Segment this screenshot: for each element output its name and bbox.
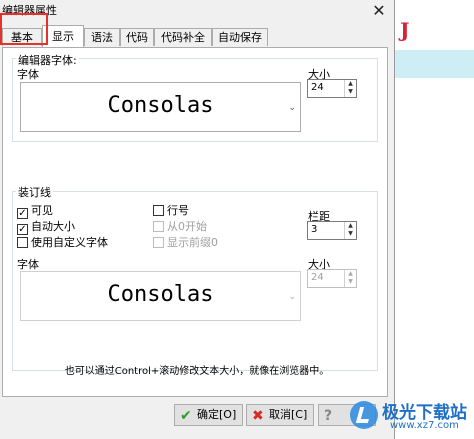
gutter-width-spinner[interactable]: 3 ▲ ▼ — [307, 221, 357, 240]
checkbox-unchecked-icon[interactable] — [153, 237, 164, 248]
close-icon[interactable]: ✕ — [370, 2, 388, 20]
display-tab-panel: 编辑器字体: 字体 Consolas ⌄ 大小 24 ▲ ▼ 装订线 ✓ 可见 ✓ 自… — [2, 47, 388, 397]
spin-down-icon[interactable]: ▼ — [345, 88, 356, 96]
checkbox-unchecked-icon[interactable] — [17, 237, 28, 248]
editor-size-spinner[interactable]: 24 ▲ ▼ — [307, 79, 357, 98]
spin-down-icon[interactable]: ▼ — [345, 230, 356, 238]
custom-font-checkbox[interactable]: 使用自定义字体 — [17, 234, 108, 250]
zoom-hint-text: 也可以通过Control+滚动修改文本大小，就像在浏览器中。 — [64, 366, 330, 377]
auto-size-checkbox[interactable]: ✓ 自动大小 — [17, 218, 75, 235]
cancel-button-label: 取消[C] — [269, 408, 308, 421]
tab-autosave[interactable]: 自动保存 — [212, 28, 268, 46]
gutter-font-select[interactable]: Consolas ⌄ — [20, 271, 301, 321]
editor-font-label: 字体 — [17, 68, 39, 81]
leading-zeros-label: 显示前缀0 — [167, 236, 218, 249]
auto-size-label: 自动大小 — [31, 220, 75, 233]
gutter-group-title: 装订线 — [16, 184, 53, 200]
tab-syntax[interactable]: 语法 — [84, 28, 120, 46]
line-numbers-checkbox[interactable]: 行号 — [153, 202, 189, 218]
watermark-url: www.xz7.com — [390, 420, 459, 431]
checkbox-unchecked-icon[interactable] — [153, 221, 164, 232]
site-logo-icon — [350, 401, 378, 429]
gutter-width-value: 3 — [311, 224, 318, 235]
spin-down-icon[interactable]: ▼ — [345, 278, 356, 286]
editor-font-value: Consolas — [107, 93, 214, 118]
watermark: 极光下载站 www.xz7.com — [350, 395, 474, 439]
tab-display[interactable]: 显示 — [42, 25, 84, 47]
cross-icon: ✖ — [252, 408, 264, 424]
gutter-size-spinner[interactable]: 24 ▲ ▼ — [307, 269, 357, 288]
spinner-arrows[interactable]: ▲ ▼ — [344, 80, 356, 97]
leading-zeros-checkbox[interactable]: 显示前缀0 — [153, 234, 218, 250]
line-numbers-label: 行号 — [167, 204, 189, 217]
chevron-down-icon: ⌄ — [288, 292, 296, 302]
highlight-annotation — [0, 13, 48, 45]
tab-code-completion[interactable]: 代码补全 — [154, 28, 212, 46]
tab-code[interactable]: 代码 — [120, 28, 154, 46]
ok-button[interactable]: ✔ 确定[O] — [174, 404, 244, 426]
checkmark-icon: ✔ — [180, 408, 192, 424]
start-from-zero-label: 从0开始 — [167, 220, 207, 233]
visible-label: 可见 — [31, 204, 53, 217]
visible-checkbox[interactable]: ✓ 可见 — [17, 202, 53, 219]
start-from-zero-checkbox[interactable]: 从0开始 — [153, 218, 207, 234]
editor-size-value: 24 — [311, 82, 324, 93]
ok-button-label: 确定[O] — [197, 408, 237, 421]
spinner-arrows[interactable]: ▲ ▼ — [344, 270, 356, 287]
spinner-arrows[interactable]: ▲ ▼ — [344, 222, 356, 239]
custom-font-label: 使用自定义字体 — [31, 236, 108, 249]
chevron-down-icon: ⌄ — [288, 103, 296, 113]
editor-properties-dialog: 编辑器属性 ✕ 基本 显示 语法 代码 代码补全 自动保存 编辑器字体: 字体 … — [0, 0, 395, 439]
help-icon: ? — [324, 408, 333, 424]
title-bar: 编辑器属性 ✕ — [0, 0, 394, 22]
background-highlight-strip — [395, 50, 474, 78]
editor-font-select[interactable]: Consolas ⌄ — [20, 82, 301, 132]
spin-up-icon[interactable]: ▲ — [345, 270, 356, 278]
gutter-size-value: 24 — [311, 272, 324, 283]
background-editor-glyph: J — [400, 18, 410, 42]
spin-up-icon[interactable]: ▲ — [345, 80, 356, 88]
cancel-button[interactable]: ✖ 取消[C] — [246, 404, 315, 426]
gutter-font-value: Consolas — [107, 282, 214, 307]
gutter-font-label: 字体 — [17, 258, 39, 271]
spin-up-icon[interactable]: ▲ — [345, 222, 356, 230]
checkbox-unchecked-icon[interactable] — [153, 205, 164, 216]
